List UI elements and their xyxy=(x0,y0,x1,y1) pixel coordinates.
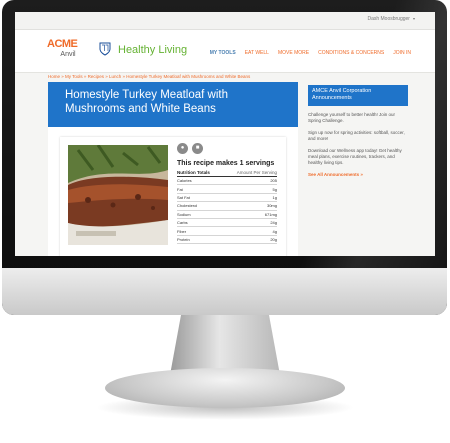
brand-healthy-living[interactable]: Healthy Living xyxy=(118,44,187,56)
user-menu[interactable]: Dash Moosbrugger ▾ xyxy=(367,16,415,22)
monitor-stand-neck xyxy=(170,315,280,375)
nav-move-more[interactable]: MOVE MORE xyxy=(278,50,309,56)
nutrient-name: Protein xyxy=(177,236,190,242)
nutrient-value: 5g xyxy=(272,186,277,192)
chevron-down-icon[interactable]: ▾ xyxy=(413,16,415,21)
nutrient-value: 24g xyxy=(270,220,277,226)
amount-per-serving-header: Amount Per Serving xyxy=(236,170,277,175)
print-icon[interactable]: ■ xyxy=(192,143,203,154)
nav-eat-well[interactable]: EAT WELL xyxy=(245,50,269,56)
table-row: Calories 205 xyxy=(177,177,277,186)
user-name[interactable]: Dash Moosbrugger xyxy=(367,16,410,22)
table-row: Sodium 671mg xyxy=(177,211,277,219)
table-row: Sat Fat 1g xyxy=(177,194,277,203)
table-row: Fat 5g xyxy=(177,185,277,194)
table-row: Protein 20g xyxy=(177,236,277,245)
nutrient-value: 205 xyxy=(270,178,277,184)
table-row: Fiber 4g xyxy=(177,227,277,236)
top-bar: Dash Moosbrugger ▾ xyxy=(15,12,435,30)
announcement-2: Sign up now for spring activities: softb… xyxy=(308,130,405,141)
nav-my-tools[interactable]: MY TOOLS xyxy=(210,50,236,56)
table-row: Cholesterol 30mg xyxy=(177,202,277,211)
nutrient-value: 671mg xyxy=(264,211,277,217)
meatloaf-photo xyxy=(68,145,168,245)
nutrient-value: 4g xyxy=(272,228,277,234)
announcements-sidebar: AMCE Anvil Corporation Announcements Cha… xyxy=(308,85,408,177)
acme-logo-bottom: Anvil xyxy=(60,51,76,58)
nav-conditions-concerns[interactable]: CONDITIONS & CONCERNS xyxy=(318,50,384,56)
nutrient-name: Calories xyxy=(177,178,192,184)
recipe-content: Homestyle Turkey Meatloaf with Mushrooms… xyxy=(48,82,298,256)
screen: Dash Moosbrugger ▾ ACME Anvil Healthy Liv… xyxy=(15,12,435,256)
announcement-1: Challenge yourself to better health! Joi… xyxy=(308,112,396,123)
nutrition-header-row: Nutrition Totals Amount Per Serving xyxy=(177,170,277,177)
main-nav: MY TOOLS EAT WELL MOVE MORE CONDITIONS &… xyxy=(210,50,411,56)
acme-logo-top: ACME xyxy=(47,38,78,50)
see-all-announcements-link[interactable]: See All Announcements » xyxy=(308,172,408,177)
nutrient-value: 30mg xyxy=(266,203,277,209)
breadcrumb[interactable]: Home » My Tools » Recipes » Lunch » Home… xyxy=(48,74,250,79)
monitor-stand-base xyxy=(105,368,345,408)
nutrient-value: 1g xyxy=(272,194,277,200)
mayo-clinic-shield-icon xyxy=(99,42,111,56)
monitor-chin xyxy=(2,268,447,315)
table-row: Carbs 24g xyxy=(177,219,277,228)
recipe-icon[interactable]: ● xyxy=(177,143,188,154)
recipe-title-bar: Homestyle Turkey Meatloaf with Mushrooms… xyxy=(48,82,298,127)
recipe-card: ● ■ This recipe makes 1 servings Nutriti… xyxy=(60,137,286,256)
page-title: Homestyle Turkey Meatloaf with Mushrooms… xyxy=(65,89,228,115)
nutrient-name: Sodium xyxy=(177,211,191,217)
site-header: ACME Anvil Healthy Living MY TOOLS EAT W… xyxy=(15,30,435,73)
servings-text: This recipe makes 1 servings xyxy=(177,160,275,167)
announcement-3: Download our Wellness app today! Get hea… xyxy=(308,148,402,165)
announcements-title: AMCE Anvil Corporation Announcements xyxy=(308,85,408,106)
nutrient-name: Sat Fat xyxy=(177,194,190,200)
nutrient-name: Carbs xyxy=(177,220,188,226)
nutrient-name: Cholesterol xyxy=(177,203,198,209)
nav-join-in[interactable]: JOIN IN xyxy=(393,50,411,56)
acme-logo[interactable]: ACME Anvil xyxy=(47,39,89,67)
nutrition-table: Nutrition Totals Amount Per Serving Calo… xyxy=(177,170,277,245)
nutrition-totals-header: Nutrition Totals xyxy=(177,170,210,175)
nutrient-value: 20g xyxy=(270,236,277,242)
nutrient-name: Fat xyxy=(177,186,183,192)
nutrient-name: Fiber xyxy=(177,228,187,234)
